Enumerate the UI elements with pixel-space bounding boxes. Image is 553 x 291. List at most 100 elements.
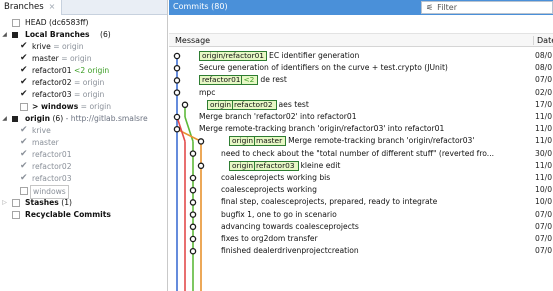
check-icon: ✔ bbox=[20, 137, 28, 147]
commit-row[interactable]: bugfix 1, one to go in scenario 07/0 bbox=[169, 209, 553, 221]
commit-row[interactable]: fixes to org2dom transfer 07/0 bbox=[169, 233, 553, 245]
commit-date: 10/0 bbox=[535, 197, 553, 207]
commits-tab-label[interactable]: Commits (80) bbox=[173, 2, 228, 11]
commit-message: finished dealerdrivenprojectcreation bbox=[221, 246, 359, 256]
branch-checkbox[interactable] bbox=[20, 187, 28, 195]
branch-checkbox[interactable]: ✔ bbox=[20, 77, 28, 87]
branch-checkbox[interactable]: ✔ bbox=[20, 65, 28, 75]
commit-row[interactable]: Secure generation of identifiers on the … bbox=[169, 62, 553, 74]
branch-checkbox[interactable] bbox=[20, 103, 28, 111]
ref-label[interactable]: origin refactor02 bbox=[207, 99, 277, 110]
branch-checkbox[interactable]: ✔ bbox=[20, 161, 28, 171]
commit-table-header: Message Date bbox=[169, 33, 553, 47]
commit-message: fixes to org2dom transfer bbox=[221, 234, 318, 243]
recyclable-checkbox[interactable] bbox=[12, 211, 20, 219]
commit-row[interactable]: origin/refactor01 EC identifier generatio… bbox=[169, 50, 553, 62]
stashes-count: (1) bbox=[61, 198, 73, 207]
branch-checkbox[interactable]: ✔ bbox=[20, 137, 28, 147]
filter-placeholder: Filter bbox=[437, 3, 457, 12]
local-branches-count: (6) bbox=[100, 30, 111, 39]
branch-tree: HEAD (dc6583ff) ◢ Local Branches (6) ✔ kr… bbox=[0, 17, 167, 221]
commit-date: 07/0 bbox=[535, 234, 553, 243]
commit-date: 07/0 bbox=[535, 209, 553, 219]
commit-message-cell: coalesceprojects working bbox=[221, 184, 317, 196]
filter-input[interactable]: ⚟ Filter bbox=[421, 1, 553, 14]
origin-square-icon[interactable] bbox=[12, 116, 18, 122]
check-icon: ✔ bbox=[20, 41, 28, 51]
expand-down-icon[interactable]: ◢ bbox=[1, 29, 8, 41]
tracking-status: <2 origin bbox=[73, 66, 110, 75]
ref-name: origin bbox=[232, 136, 254, 146]
check-icon: ✔ bbox=[20, 89, 28, 99]
commit-row[interactable]: coalesceprojects working 10/0 bbox=[169, 184, 553, 196]
branch-checkbox[interactable]: ✔ bbox=[20, 53, 28, 63]
message-column-header[interactable]: Message bbox=[175, 36, 210, 45]
ref-label[interactable]: origin/refactor01 bbox=[199, 51, 268, 61]
branch-name: refactor01 bbox=[32, 66, 72, 75]
tree-item-stashes[interactable]: ▷ Stashes (1) bbox=[0, 197, 167, 209]
tree-item-recyclable[interactable]: Recyclable Commits bbox=[0, 209, 167, 221]
local-branch-item[interactable]: ✔ refactor03 = origin bbox=[0, 89, 167, 101]
close-icon[interactable]: × bbox=[49, 2, 56, 11]
check-icon: ✔ bbox=[20, 149, 28, 159]
stashes-checkbox[interactable] bbox=[12, 199, 20, 207]
commit-message: de rest bbox=[260, 75, 287, 85]
commit-message-cell: Merge remote-tracking branch 'origin/ref… bbox=[199, 123, 444, 135]
branches-tab-label: Branches bbox=[4, 2, 44, 12]
expand-down-icon[interactable]: ◢ bbox=[1, 113, 8, 125]
commit-row[interactable]: mpc 02/0 bbox=[169, 87, 553, 99]
commit-row[interactable]: Merge branch 'refactor02' into refactor0… bbox=[169, 111, 553, 123]
ref-detail: <2 bbox=[241, 75, 256, 85]
local-branches-title: Local Branches bbox=[25, 30, 90, 39]
ref-label[interactable]: origin refactor03 bbox=[229, 160, 299, 171]
ref-name: origin/refactor01 bbox=[202, 51, 265, 60]
commit-row[interactable]: origin master Merge remote-tracking branch… bbox=[169, 135, 553, 147]
commit-row[interactable]: coalesceprojects working bis 11/0 bbox=[169, 172, 553, 184]
commit-row[interactable]: finished dealerdrivenprojectcreation 07/0 bbox=[169, 245, 553, 257]
remote-branch-item[interactable]: windows bbox=[0, 185, 167, 199]
ref-label[interactable]: refactor01 <2 bbox=[199, 75, 259, 86]
commit-date: 11/0 bbox=[535, 112, 553, 121]
origin-url: - http://gitlab.smalsre bbox=[63, 114, 148, 123]
ref-label[interactable]: origin master bbox=[229, 136, 287, 147]
branch-name: refactor03 bbox=[32, 90, 72, 99]
commit-message-cell: refactor01 <2 de rest bbox=[199, 74, 287, 86]
commit-row[interactable]: final step, coalesceprojects, prepared, … bbox=[169, 196, 553, 208]
local-branch-item[interactable]: > windows = origin bbox=[0, 101, 167, 113]
left-tab-bar: Branches × bbox=[0, 0, 167, 15]
branches-tab[interactable]: Branches × bbox=[0, 0, 62, 15]
stashes-title: Stashes bbox=[25, 198, 59, 207]
branch-checkbox[interactable]: ✔ bbox=[20, 149, 28, 159]
ref-detail: master bbox=[254, 136, 284, 146]
check-icon: ✔ bbox=[20, 53, 28, 63]
branch-checkbox[interactable]: ✔ bbox=[20, 41, 28, 51]
tree-item-head[interactable]: HEAD (dc6583ff) bbox=[0, 17, 167, 29]
commit-row[interactable]: need to check about the "total number of… bbox=[169, 148, 553, 160]
origin-title: origin bbox=[25, 114, 51, 123]
commit-message: final step, coalesceprojects, prepared, … bbox=[221, 197, 438, 207]
local-branches-square-icon[interactable] bbox=[12, 32, 18, 38]
commit-row[interactable]: Merge remote-tracking branch 'origin/ref… bbox=[169, 123, 553, 135]
date-column-header[interactable]: Date bbox=[533, 36, 553, 45]
branch-name: refactor02 bbox=[32, 78, 72, 87]
branch-checkbox[interactable]: ✔ bbox=[20, 173, 28, 183]
remote-branch-item[interactable]: ✔ refactor03 bbox=[0, 173, 167, 185]
head-checkbox[interactable] bbox=[12, 19, 20, 27]
ref-name: origin bbox=[210, 99, 232, 109]
commit-row[interactable]: advancing towards coalesceprojects 07/0 bbox=[169, 221, 553, 233]
branch-checkbox[interactable]: ✔ bbox=[20, 125, 28, 135]
commit-list: origin/refactor01 EC identifier generatio… bbox=[169, 50, 553, 291]
commit-date: 11/0 bbox=[535, 136, 553, 146]
commit-row[interactable]: refactor01 <2 de rest 07/0 bbox=[169, 74, 553, 86]
branch-separator: = bbox=[58, 54, 70, 63]
commit-message-cell: coalesceprojects working bis bbox=[221, 172, 330, 184]
branch-name: master bbox=[32, 54, 59, 63]
branch-separator: = bbox=[50, 42, 62, 51]
commit-message-cell: need to check about the "total number of… bbox=[221, 148, 494, 160]
commit-row[interactable]: origin refactor02 aes test 17/0 bbox=[169, 99, 553, 111]
local-branch-list: ✔ krive = origin ✔ master = origin ✔ refactor… bbox=[0, 41, 167, 113]
commit-row[interactable]: origin refactor03 kleine edit 11/0 bbox=[169, 160, 553, 172]
commit-message: need to check about the "total number of… bbox=[221, 148, 495, 158]
expand-right-icon[interactable]: ▷ bbox=[1, 197, 8, 209]
branch-checkbox[interactable]: ✔ bbox=[20, 89, 28, 99]
